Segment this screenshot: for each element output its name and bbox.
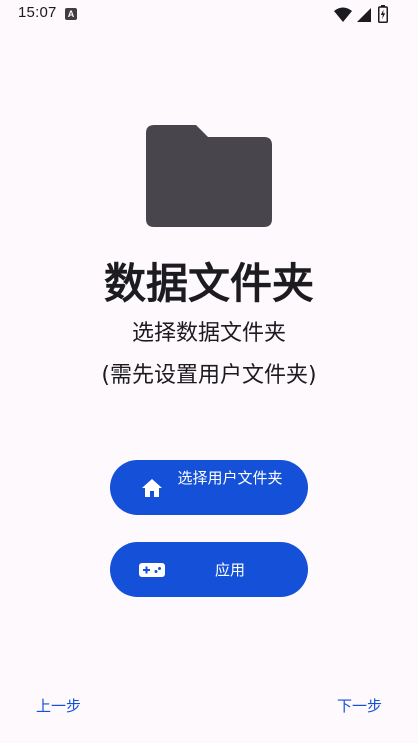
setup-screen: 15:07 A 数据文件夹 选择数据文件夹 (需先设置用户文件夹) 选择用户文件…: [0, 0, 418, 743]
signal-icon: [357, 8, 371, 22]
apply-label: 应用: [214, 561, 245, 579]
notification-letter: A: [67, 9, 75, 19]
page-title: 数据文件夹: [103, 259, 314, 308]
select-user-folder-button[interactable]: 选择用户文件夹: [110, 460, 308, 515]
battery-charging-icon: [378, 5, 388, 23]
status-time: 15:07: [18, 4, 57, 21]
wifi-icon: [334, 7, 352, 22]
status-icons: [334, 5, 404, 23]
folder-icon: [146, 125, 272, 227]
subtitle-line2: (需先设置用户文件夹): [101, 363, 317, 388]
gamepad-icon: [139, 563, 165, 577]
select-user-folder-label: 选择用户文件夹: [177, 469, 283, 487]
notification-a-icon: A: [65, 8, 77, 20]
subtitle-line1: 选择数据文件夹: [131, 321, 286, 346]
apply-button[interactable]: 应用: [110, 542, 308, 597]
status-bar: 15:07 A: [0, 0, 418, 28]
previous-step-button[interactable]: 上一步: [36, 696, 81, 716]
next-step-button[interactable]: 下一步: [337, 696, 382, 716]
home-icon: [142, 479, 162, 497]
